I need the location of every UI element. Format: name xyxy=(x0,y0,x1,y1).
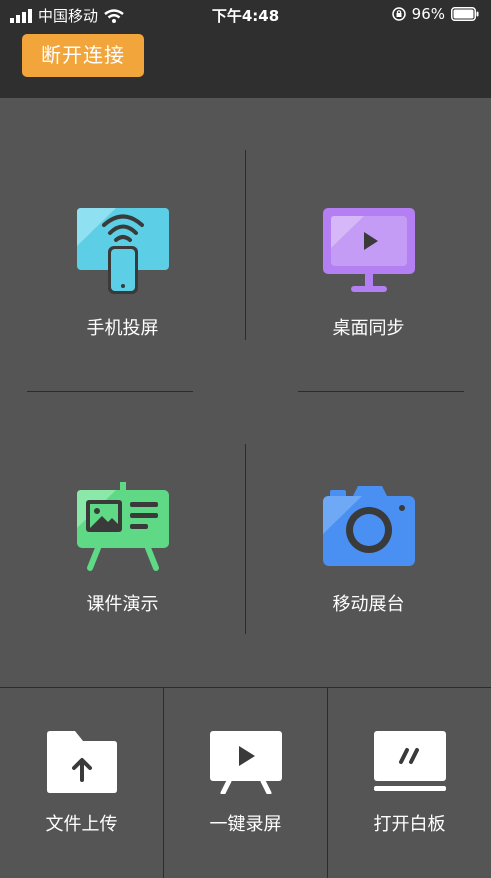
toolbar-label: 打开白板 xyxy=(373,814,446,835)
divider xyxy=(27,391,193,392)
feature-label: 手机投屏 xyxy=(86,318,159,339)
feature-label: 课件演示 xyxy=(86,594,159,615)
toolbar-label: 一键录屏 xyxy=(209,814,282,835)
camera-icon xyxy=(322,486,415,566)
whiteboard-button[interactable]: 打开白板 xyxy=(328,688,491,878)
feature-desktop-sync[interactable]: 桌面同步 xyxy=(246,206,491,340)
feature-presentation[interactable]: 课件演示 xyxy=(0,482,245,616)
phone-cast-icon xyxy=(76,208,169,294)
file-upload-button[interactable]: 文件上传 xyxy=(0,688,163,878)
top-bar: 断开连接 xyxy=(0,28,491,98)
battery-icon xyxy=(451,7,479,21)
record-screen-icon xyxy=(209,731,282,794)
divider xyxy=(298,391,464,392)
feature-label: 桌面同步 xyxy=(332,318,405,339)
desktop-sync-icon xyxy=(322,208,415,292)
feature-label: 移动展台 xyxy=(332,594,405,615)
orientation-lock-icon xyxy=(391,7,406,21)
record-screen-button[interactable]: 一键录屏 xyxy=(164,688,327,878)
whiteboard-icon xyxy=(373,731,446,791)
feature-grid: 手机投屏 桌面同步 课件演示 移动展台 xyxy=(0,98,491,688)
feature-mobile-camera[interactable]: 移动展台 xyxy=(246,482,491,616)
toolbar-label: 文件上传 xyxy=(45,814,118,835)
status-bar: 中国移动 下午4:48 96% xyxy=(0,0,491,28)
folder-upload-icon xyxy=(46,731,117,793)
battery-percent: 96% xyxy=(411,5,445,23)
presentation-icon xyxy=(76,482,169,571)
disconnect-button[interactable]: 断开连接 xyxy=(22,34,144,77)
feature-phone-cast[interactable]: 手机投屏 xyxy=(0,206,245,340)
bottom-toolbar: 文件上传 一键录屏 打开白板 xyxy=(0,687,491,878)
